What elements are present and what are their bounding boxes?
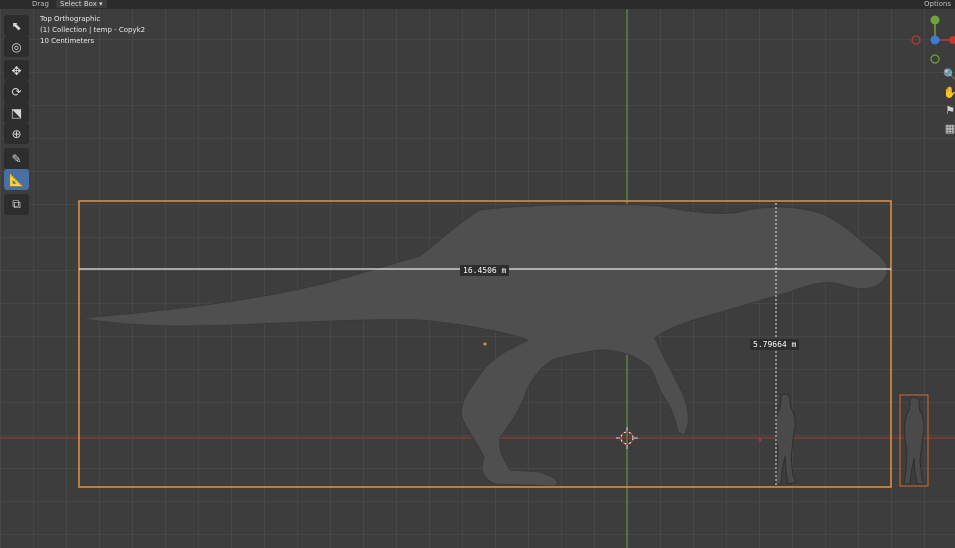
gizmo-x-axis[interactable] [949,36,955,44]
gizmo-y-axis[interactable] [930,15,940,25]
perspective-toggle-button[interactable]: ▦ [943,120,955,136]
select-box-dropdown[interactable]: Select Box ▾ [56,0,107,8]
viewport-info: Top Orthographic (1) Collection | temp -… [40,14,145,47]
scale-icon: ⬔ [10,105,23,120]
add-cube-tool[interactable]: ⧉ [4,194,29,215]
header-bar: Drag Select Box ▾ Options [0,0,955,9]
height-measurement-label: 5.79664 m [750,339,800,350]
camera-view-button[interactable]: ⚑ [943,102,955,118]
object-origin-dot [483,342,487,346]
annotate-tool[interactable]: ✎ [4,148,29,169]
move-arrows-icon: ✥ [11,63,22,78]
options-menu[interactable]: Options [924,0,951,9]
object-origin-dot-small [758,438,762,442]
add-cube-icon: ⧉ [12,197,21,211]
camera-icon: ⚑ [945,103,955,117]
length-measurement-label: 16.4506 m [460,265,510,276]
human-silhouette[interactable] [774,393,797,485]
annotate-pen-icon: ✎ [11,151,22,166]
magnifier-icon: 🔍 [943,67,955,81]
cursor-arrow-icon: ⬉ [11,18,22,33]
rotate-tool[interactable]: ⟳ [4,81,29,102]
gizmo-neg-x-axis[interactable] [911,35,921,45]
cursor-tool[interactable]: ◎ [4,36,29,57]
gizmo-z-axis[interactable] [930,35,940,45]
transform-tool[interactable]: ⊕ [4,123,29,144]
grid-scale: 10 Centimeters [40,37,95,45]
transform-icon: ⊕ [11,126,22,141]
gizmo-neg-y-axis[interactable] [930,54,940,64]
hand-icon: ✋ [943,85,955,99]
measure-ruler-icon: 📐 [9,172,24,187]
selected-human-figure [903,396,925,485]
drag-label: Drag [32,0,50,8]
view-name: Top Orthographic [40,15,101,23]
navigation-gizmo[interactable] [911,15,955,64]
measure-tool[interactable]: 📐 [4,169,29,190]
3d-viewport[interactable]: 16.4506 m 5.79664 m Top Orthographic (1)… [0,0,955,548]
move-tool[interactable]: ✥ [4,60,29,81]
pan-button[interactable]: ✋ [943,84,955,100]
select-box-tool[interactable]: ⬉ [4,15,29,36]
rotate-icon: ⟳ [11,84,22,99]
zoom-button[interactable]: 🔍 [943,66,955,82]
scale-tool[interactable]: ⬔ [4,102,29,123]
grid-icon: ▦ [944,121,955,135]
collection-info: (1) Collection | temp - Copyk2 [40,26,146,34]
3d-cursor-icon: ◎ [11,39,22,54]
